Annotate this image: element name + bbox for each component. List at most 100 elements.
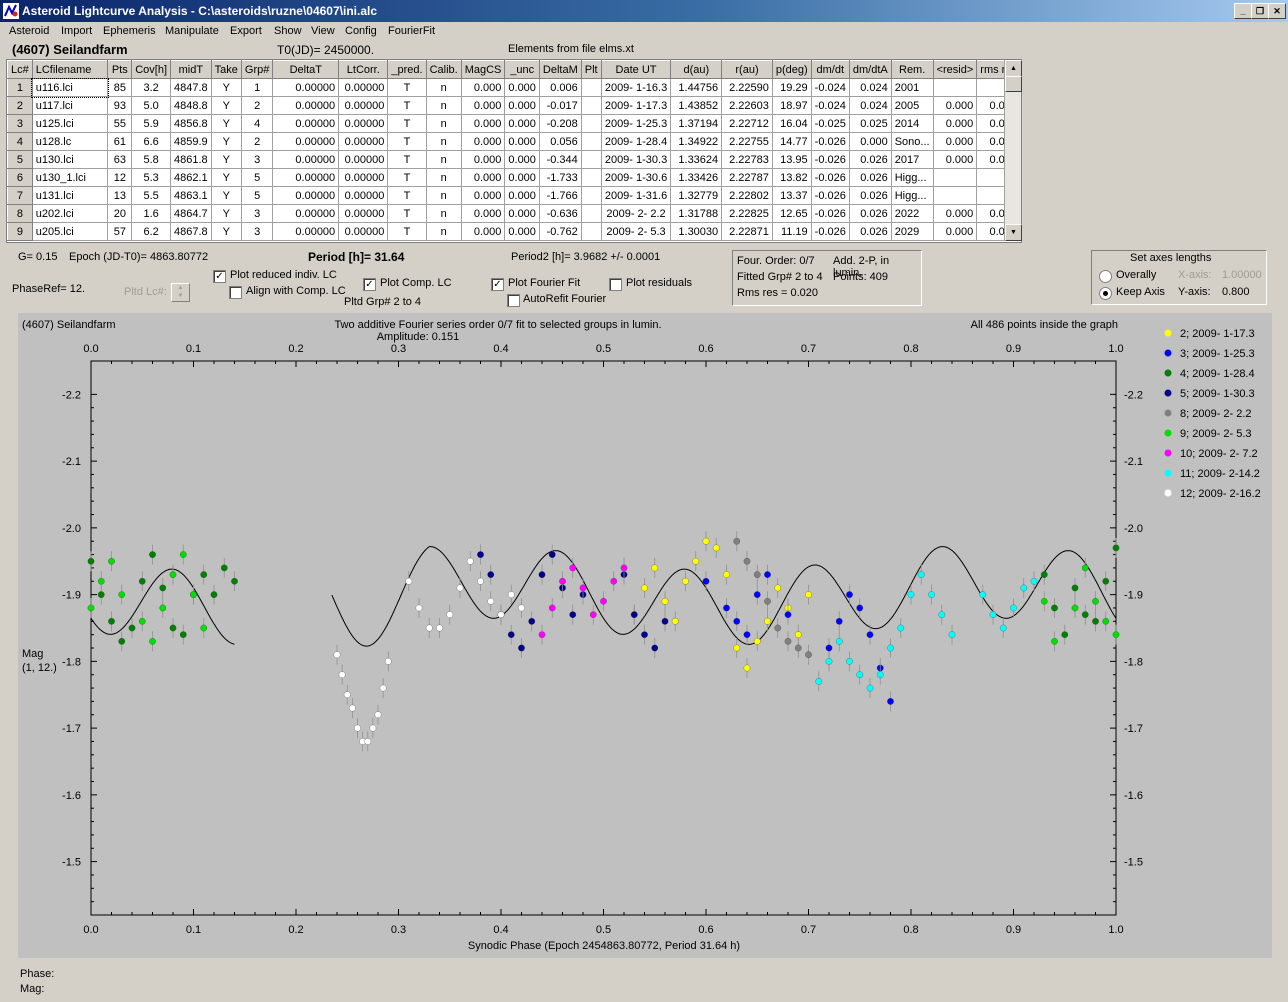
table-cell[interactable]: 4	[240, 114, 274, 133]
table-cell[interactable]: 2009- 1-25.3	[600, 114, 672, 133]
col-header[interactable]: Calib.	[425, 60, 462, 79]
table-cell[interactable]: 3	[240, 222, 274, 241]
table-cell[interactable]	[580, 222, 602, 241]
table-cell[interactable]: Y	[210, 150, 242, 169]
table-cell[interactable]: 2.22755	[721, 132, 773, 151]
table-cell[interactable]: 2009- 2- 2.2	[600, 204, 672, 223]
table-cell[interactable]: -0.636	[538, 204, 582, 223]
table-cell[interactable]: 0.00000	[338, 168, 389, 187]
col-header[interactable]: Cov[h]	[131, 60, 171, 79]
col-header[interactable]: DeltaM	[538, 60, 582, 79]
table-cell[interactable]: 13	[107, 186, 133, 205]
table-cell[interactable]: 0.00000	[338, 222, 389, 241]
table-cell[interactable]: Y	[210, 186, 242, 205]
menu-show[interactable]: Show	[274, 25, 302, 37]
plot-comp-checkbox[interactable]: ✓	[363, 278, 376, 291]
table-row[interactable]: 9 u205.lci 57 6.2 4867.8 Y 3 0.00000 0.00000 Tn 0.…	[7, 222, 1021, 241]
table-cell[interactable]: T	[387, 96, 427, 115]
menu-config[interactable]: Config	[345, 25, 377, 37]
table-cell[interactable]: -0.762	[538, 222, 582, 241]
table-cell[interactable]: 3	[240, 204, 274, 223]
autorefit-checkbox[interactable]	[507, 294, 520, 307]
scroll-down-arrow[interactable]: ▼	[1005, 224, 1022, 241]
table-cell[interactable]: 4862.1	[170, 168, 212, 187]
col-header[interactable]: LtCorr.	[338, 60, 389, 79]
table-row[interactable]: 7 u131.lci 13 5.5 4863.1 Y 5 0.00000 0.00000 Tn 0.…	[7, 186, 1021, 205]
plot-residuals-checkbox[interactable]	[609, 278, 622, 291]
table-cell[interactable]: 85	[107, 78, 133, 97]
table-cell[interactable]: Y	[210, 96, 242, 115]
period2-field[interactable]: Period2 [h]= 3.9682 +/- 0.0001	[511, 251, 660, 263]
scroll-thumb[interactable]	[1005, 76, 1022, 92]
table-cell[interactable]	[932, 78, 978, 97]
table-cell[interactable]: 1.44756	[670, 78, 723, 97]
table-cell[interactable]: 1.43852	[670, 96, 723, 115]
col-header[interactable]: Grp#	[240, 60, 274, 79]
table-cell[interactable]: 0.00000	[272, 96, 340, 115]
table-cell[interactable]: 12.65	[771, 204, 812, 223]
table-cell[interactable]: 0.00000	[338, 150, 389, 169]
table-cell[interactable]: 4864.7	[170, 204, 212, 223]
table-cell[interactable]	[580, 132, 602, 151]
table-row[interactable]: 2 u117.lci 93 5.0 4848.8 Y 2 0.00000 0.00000 Tn 0.…	[7, 96, 1021, 115]
plot-reduced-checkbox[interactable]: ✓	[213, 270, 226, 283]
table-cell[interactable]	[580, 186, 602, 205]
epoch-field[interactable]: Epoch (JD-T0)= 4863.80772	[69, 251, 208, 263]
col-header[interactable]: d(au)	[670, 60, 723, 79]
table-cell[interactable]: 0.00000	[338, 96, 389, 115]
period-field[interactable]: Period [h]= 31.64	[308, 250, 404, 264]
table-cell[interactable]: 0.000	[932, 96, 978, 115]
col-header[interactable]: Rem.	[890, 60, 934, 79]
table-cell[interactable]: 0.000	[460, 132, 506, 151]
table-cell[interactable]	[580, 78, 602, 97]
col-header[interactable]: dm/dt	[810, 60, 850, 79]
table-cell[interactable]: 0.000	[460, 114, 506, 133]
table-cell[interactable]: u117.lci	[31, 96, 109, 115]
col-header[interactable]: DeltaT	[272, 60, 340, 79]
table-cell[interactable]: u128.lc	[31, 132, 109, 151]
table-cell[interactable]: n	[425, 222, 462, 241]
table-cell[interactable]: u130_1.lci	[31, 168, 109, 187]
col-header[interactable]: Date UT	[600, 60, 672, 79]
table-cell[interactable]: -0.026	[810, 150, 850, 169]
table-cell[interactable]: n	[425, 168, 462, 187]
table-cell[interactable]: -0.026	[810, 204, 850, 223]
table-cell[interactable]	[580, 96, 602, 115]
table-cell[interactable]	[580, 150, 602, 169]
col-header[interactable]: _pred.	[387, 60, 427, 79]
table-cell[interactable]: Y	[210, 168, 242, 187]
table-cell[interactable]: 5.9	[131, 114, 171, 133]
table-cell[interactable]: u202.lci	[31, 204, 109, 223]
table-cell[interactable]: 2001	[890, 78, 934, 97]
table-cell[interactable]: 12	[107, 168, 133, 187]
table-cell[interactable]: Higg...	[890, 186, 934, 205]
table-cell[interactable]: 5.8	[131, 150, 171, 169]
pltd-lc-spinner[interactable]: ▲ ▼	[171, 283, 190, 302]
table-cell[interactable]: T	[387, 204, 427, 223]
table-cell[interactable]: 1.6	[131, 204, 171, 223]
table-cell[interactable]: 0.00000	[272, 168, 340, 187]
table-cell[interactable]: -1.733	[538, 168, 582, 187]
table-cell[interactable]: 61	[107, 132, 133, 151]
table-cell[interactable]: 1.37194	[670, 114, 723, 133]
table-cell[interactable]: 0.000	[460, 186, 506, 205]
table-cell[interactable]: 2.22603	[721, 96, 773, 115]
close-button[interactable]: ✕	[1268, 3, 1286, 19]
table-cell[interactable]: n	[425, 96, 462, 115]
table-cell[interactable]: 0.000	[932, 204, 978, 223]
table-cell[interactable]: 0.000	[932, 222, 978, 241]
table-cell[interactable]: -0.024	[810, 96, 850, 115]
col-header[interactable]: Lc#	[7, 60, 33, 79]
lightcurve-chart[interactable]: 0.0 0.0 0.1 0.1 0.2 0.2 0.3 0.3 0.4 0.4 0.5 0.5 0.6 0…	[18, 313, 1272, 958]
table-cell[interactable]: 1.32779	[670, 186, 723, 205]
align-comp-checkbox[interactable]	[229, 286, 242, 299]
four-order[interactable]: Four. Order: 0/7	[737, 255, 815, 267]
table-cell[interactable]: 6.2	[131, 222, 171, 241]
table-cell[interactable]: -0.025	[810, 114, 850, 133]
table-cell[interactable]: 0.026	[848, 204, 892, 223]
table-cell[interactable]: 0.00000	[272, 132, 340, 151]
table-cell[interactable]: 0.000	[504, 204, 540, 223]
table-cell[interactable]: 13.82	[771, 168, 812, 187]
table-cell[interactable]: 0.000	[460, 168, 506, 187]
table-cell[interactable]: Higg...	[890, 168, 934, 187]
